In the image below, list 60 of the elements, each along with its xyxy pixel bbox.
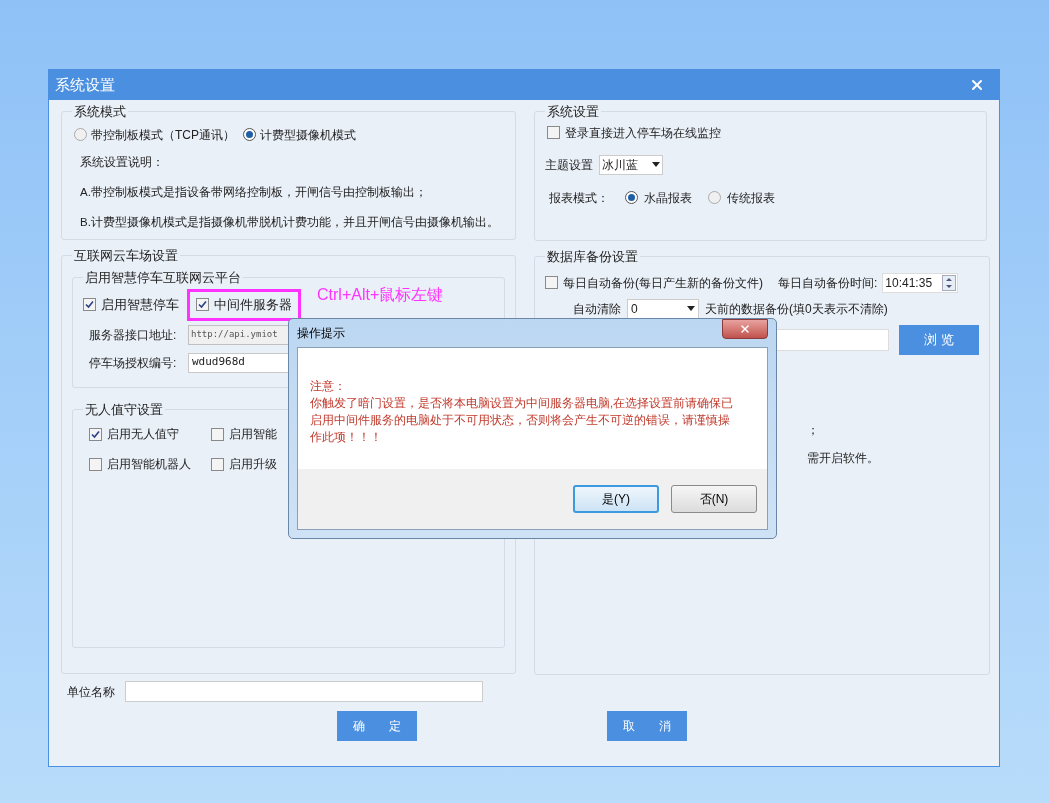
annotation-text: Ctrl+Alt+鼠标左键 xyxy=(317,284,444,305)
field-label: 主题设置 xyxy=(545,156,593,174)
theme-dropdown[interactable]: 冰川蓝 xyxy=(599,154,663,175)
days-dropdown[interactable]: 0 xyxy=(627,298,699,319)
checkbox[interactable] xyxy=(211,427,224,441)
radio-label: 计费型摄像机模式 xyxy=(260,126,356,144)
checkbox[interactable] xyxy=(211,457,224,471)
field-label: 天前的数据备份(填0天表示不清除) xyxy=(705,300,888,318)
close-icon[interactable] xyxy=(969,77,985,93)
company-name-field[interactable] xyxy=(125,681,483,702)
dialog-button[interactable]: 是(Y) xyxy=(573,485,659,513)
radio-button[interactable] xyxy=(708,191,721,204)
group-title: 系统模式 xyxy=(73,103,127,121)
spinner-arrows-icon xyxy=(942,274,957,291)
group-title: 数据库备份设置 xyxy=(546,248,639,266)
checkbox-label: 启用智能 xyxy=(229,426,277,443)
group-title: 互联网云车场设置 xyxy=(73,247,179,265)
checkbox-label: 启用智能机器人 xyxy=(107,456,191,473)
description-text: B.计费型摄像机模式是指摄像机带脱机计费功能，并且开闸信号由摄像机输出。 xyxy=(80,215,500,230)
field-label: 每日自动备份时间: xyxy=(778,274,878,292)
window-title: 系统设置 xyxy=(55,74,115,95)
field-label: 停车场授权编号: xyxy=(89,354,178,372)
caret-icon xyxy=(687,306,695,311)
radio-button[interactable] xyxy=(74,128,87,141)
description-title: 系统设置说明： xyxy=(80,154,165,170)
caret-icon xyxy=(652,162,660,167)
field-label: 报表模式： xyxy=(549,189,609,207)
checkbox[interactable] xyxy=(196,298,209,312)
field-label: 自动清除 xyxy=(573,300,621,318)
radio-label: 传统报表 xyxy=(727,189,775,207)
close-icon xyxy=(739,323,751,335)
radio-label: 带控制板模式（TCP通讯） xyxy=(91,126,235,144)
group-title: 启用智慧停车互联网云平台 xyxy=(84,268,242,287)
description-text: A.带控制板模式是指设备带网络控制板，开闸信号由控制板输出； xyxy=(80,184,428,200)
field-label: 服务器接口地址: xyxy=(89,326,178,344)
checkbox-label: 中间件服务器 xyxy=(214,296,292,314)
checkbox[interactable] xyxy=(545,276,558,289)
dialog-heading: 注意： xyxy=(310,379,347,394)
checkbox-label: 启用升级 xyxy=(229,456,277,473)
checkbox[interactable] xyxy=(547,126,560,139)
checkbox-label: 启用智慧停车 xyxy=(101,296,179,314)
note-text: 需开启软件。 xyxy=(807,449,880,467)
checkbox[interactable] xyxy=(89,427,102,441)
checkbox[interactable] xyxy=(89,457,102,471)
radio-button[interactable] xyxy=(625,191,638,204)
dialog-button[interactable]: 否(N) xyxy=(671,485,757,513)
checkbox-label: 启用无人值守 xyxy=(107,426,179,443)
checkbox-label: 登录直接进入停车场在线监控 xyxy=(565,124,721,142)
checkbox-label: 每日自动备份(每日产生新的备份文件) xyxy=(563,274,763,292)
checkbox[interactable] xyxy=(83,298,96,312)
note-text: ； xyxy=(807,421,820,439)
radio-label: 水晶报表 xyxy=(644,189,692,207)
time-spinner[interactable]: 10:41:35 xyxy=(882,272,959,293)
field-label: 单位名称 xyxy=(67,683,115,701)
close-button[interactable] xyxy=(722,319,768,339)
dialog-message: 你触发了暗门设置，是否将本电脑设置为中间服务器电脑,在选择设置前请确保已启用中间件服务的电脑处于不可用状态，否则将会产生不可逆的错误，请谨慎操作此项！！！ xyxy=(310,396,735,445)
radio-button[interactable] xyxy=(243,128,256,141)
group-title: 系统设置 xyxy=(546,103,600,121)
group-title: 无人值守设置 xyxy=(84,400,164,419)
dialog-title: 操作提示 xyxy=(297,325,345,342)
